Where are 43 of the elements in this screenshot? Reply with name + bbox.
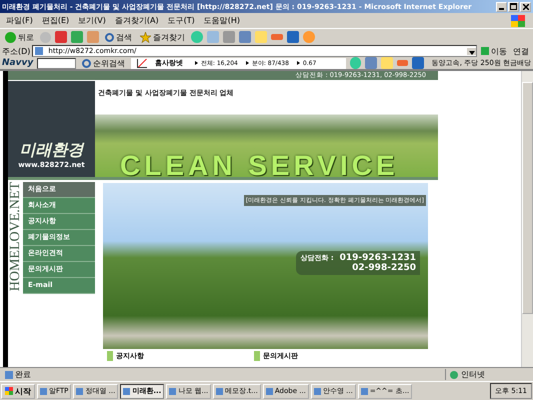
menu-item[interactable]: 파일(F) xyxy=(6,15,33,26)
back-button[interactable]: 뒤로 xyxy=(3,32,36,42)
status-text: 완료 xyxy=(3,369,445,380)
bullet-icon xyxy=(296,61,300,65)
scrollbar[interactable] xyxy=(521,71,533,367)
app-icon xyxy=(76,388,84,394)
windows-logo-icon xyxy=(511,14,525,26)
vertical-brand: HOMELOVE.NET xyxy=(8,182,23,292)
app-icon xyxy=(169,388,176,394)
links-button[interactable]: 연결 xyxy=(511,46,531,56)
address-label: 주소(D) xyxy=(2,46,30,56)
search-icon xyxy=(105,32,114,42)
navvy-logo[interactable]: Navvy xyxy=(2,58,34,68)
minimize-button[interactable] xyxy=(496,2,507,12)
app-icon xyxy=(360,388,368,394)
contact-phone: 02-998-2250 xyxy=(352,263,416,273)
bullet-icon xyxy=(194,61,198,65)
app-icon xyxy=(123,388,130,394)
chart-icon xyxy=(136,58,147,68)
start-button[interactable]: 시작 xyxy=(1,384,35,398)
zone-text: 인터넷 xyxy=(445,369,530,380)
windows-logo-icon xyxy=(5,387,13,395)
app-icon xyxy=(40,388,47,394)
contact-phone: 019-9263-1231 xyxy=(340,253,416,263)
dropdown-arrow-icon[interactable] xyxy=(467,48,476,54)
menu-item[interactable]: 도움말(H) xyxy=(204,15,240,26)
favorites-button[interactable]: 즐겨찾기 xyxy=(138,32,187,42)
app-icon xyxy=(216,388,224,394)
search-button[interactable]: 검색 xyxy=(103,32,134,42)
bullet-icon xyxy=(246,61,249,65)
close-button[interactable] xyxy=(520,2,531,12)
menu-item[interactable]: 도구(T) xyxy=(168,15,195,26)
star-icon xyxy=(140,32,151,42)
go-button[interactable]: 이동 xyxy=(479,46,509,56)
menu-item[interactable]: 편집(E) xyxy=(42,15,70,26)
app-icon xyxy=(266,388,273,394)
logo-text: 미래환경 xyxy=(20,140,84,161)
maximize-button[interactable] xyxy=(508,2,519,12)
menu-item[interactable]: 보기(V) xyxy=(78,15,106,26)
app-icon xyxy=(314,388,321,394)
navvy-dropdown[interactable] xyxy=(37,58,76,68)
menu-item[interactable]: 즐겨찾기(A) xyxy=(114,15,159,26)
banner-text: CLEAN SERVICE xyxy=(120,150,399,182)
